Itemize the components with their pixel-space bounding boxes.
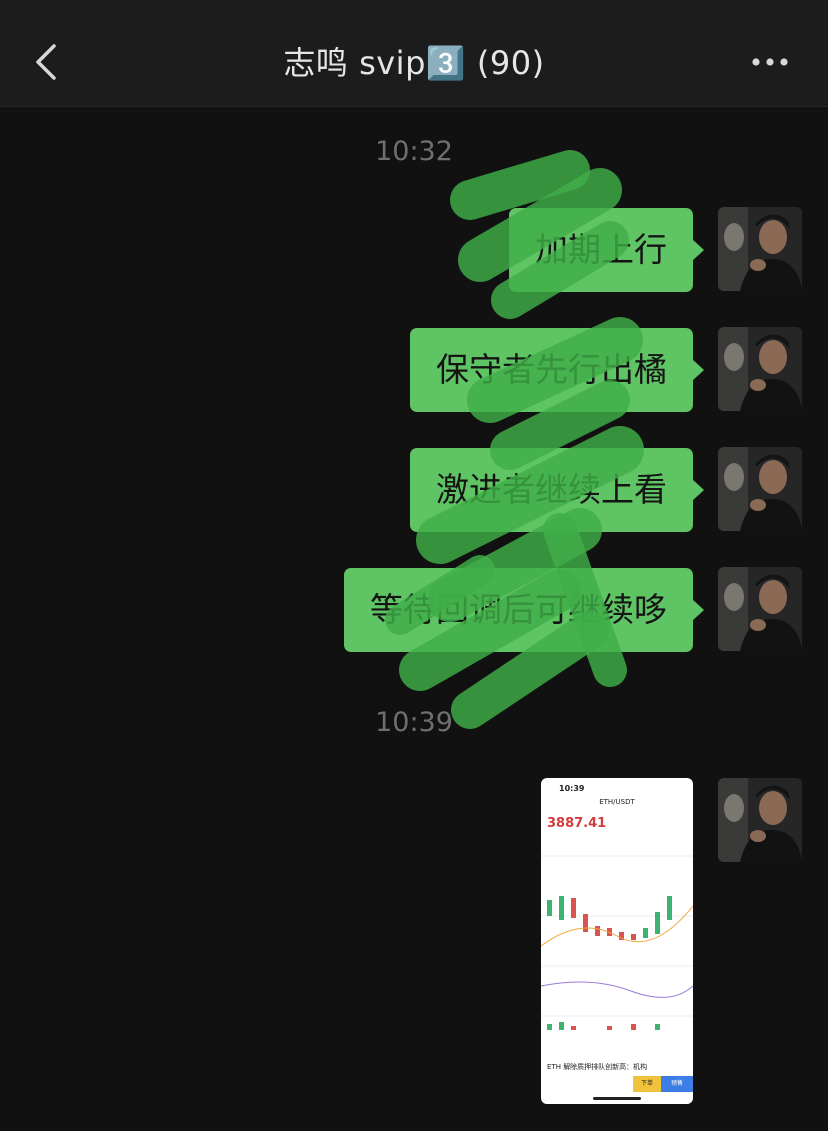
image-home-indicator [593,1097,641,1100]
image-buy-button: 预售 [661,1076,693,1092]
avatar[interactable] [718,207,802,291]
avatar[interactable] [718,778,802,862]
avatar[interactable] [718,567,802,651]
message-bubble[interactable]: 等待回调后可继续哆 [344,568,704,652]
image-price: 3887.41 [547,816,607,831]
message-bubble[interactable]: 加期上行 [509,208,704,292]
image-news-headline: ETH 解除质押排队创新高：机构 [547,1063,648,1071]
message-timestamp: 10:32 [375,136,453,167]
image-message[interactable]: 10:39 ETH/USDT 3887.41 ETH 解除质押排队创新高：机构 … [541,778,693,1104]
message-bubble[interactable]: 激进者继续上看 [410,448,704,532]
message-timestamp: 10:39 [375,707,453,738]
more-options-icon[interactable] [746,44,794,80]
chat-title: 志鸣 svip3️⃣ (90) [283,44,545,82]
chat-header: 志鸣 svip3️⃣ (90) [0,0,828,107]
message-bubble[interactable]: 保守者先行出橘 [410,328,704,412]
avatar[interactable] [718,447,802,531]
candlestick-chart-thumbnail [541,836,693,1058]
avatar[interactable] [718,327,802,411]
image-sell-button: 下单 [633,1076,661,1092]
image-pair: ETH/USDT [599,798,635,806]
image-status-time: 10:39 [559,784,585,793]
